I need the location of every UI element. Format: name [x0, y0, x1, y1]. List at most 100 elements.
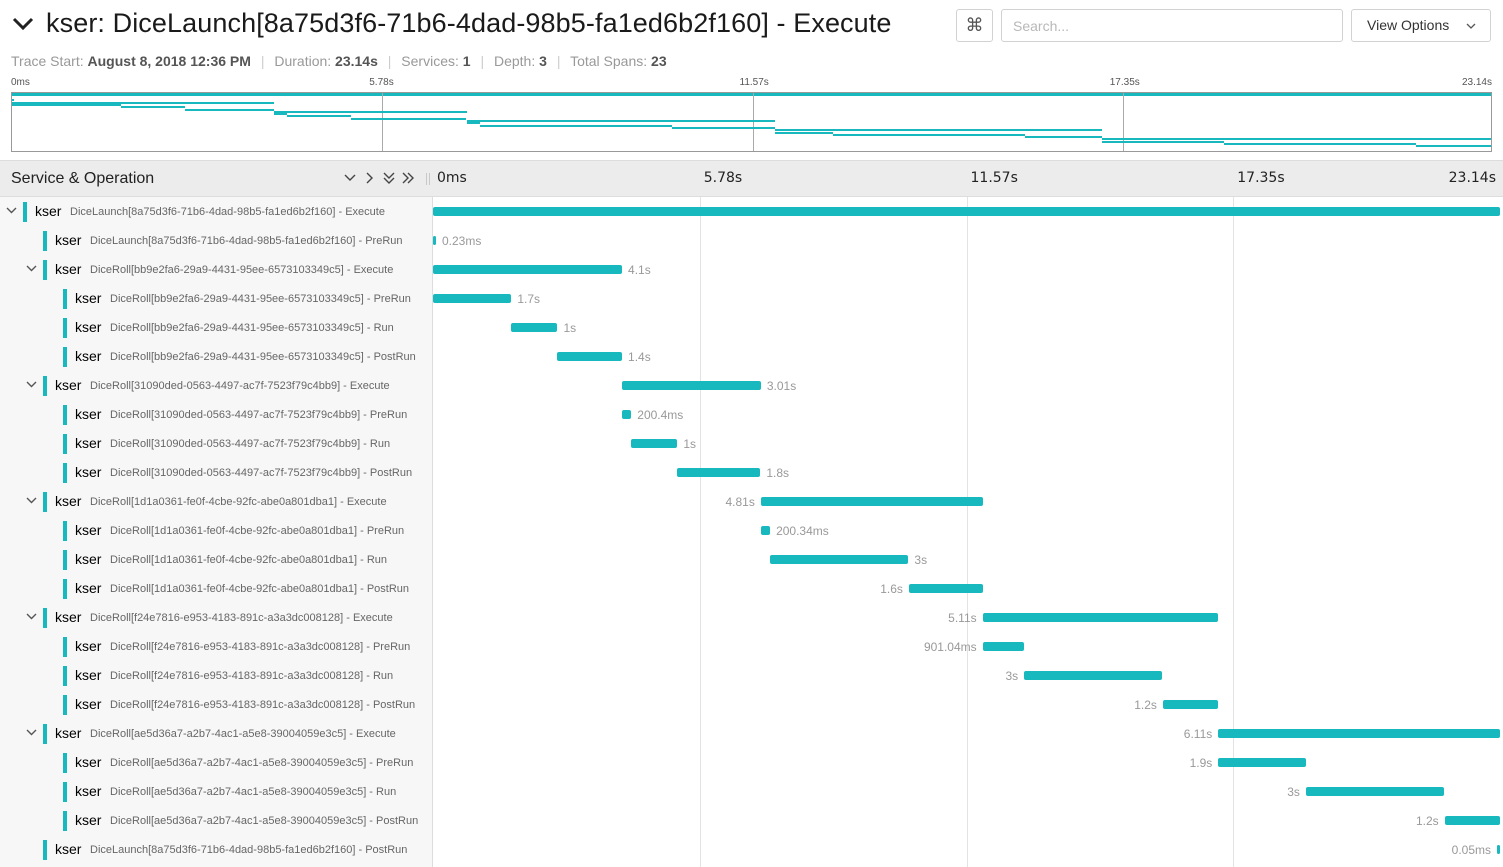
service-name: kser — [55, 841, 82, 857]
span-duration-label: 1.4s — [628, 350, 651, 364]
service-color-marker — [63, 811, 67, 831]
operation-name: DiceRoll[f24e7816-e953-4183-891c-a3a3dc0… — [90, 612, 393, 624]
span-duration-label: 901.04ms — [923, 640, 977, 654]
chevron-down-icon[interactable] — [26, 263, 37, 274]
service-color-marker — [63, 521, 67, 541]
span-bar[interactable] — [1218, 758, 1306, 767]
minimap-span-bar — [774, 131, 833, 134]
span-row[interactable]: kser DiceRoll[1d1a0361-fe0f-4cbe-92fc-abe… — [0, 574, 1503, 603]
service-color-marker — [63, 463, 67, 483]
expand-all-icon[interactable] — [400, 170, 416, 186]
trace-title: kser: DiceLaunch[8a75d3f6-71b6-4dad-98b5… — [46, 8, 892, 38]
collapse-all-icon[interactable] — [381, 170, 397, 186]
span-bar[interactable] — [982, 642, 1025, 651]
span-row[interactable]: kser DiceRoll[ae5d36a7-a2b7-4ac1-a5e8-390… — [0, 777, 1503, 806]
search-input[interactable] — [1001, 9, 1343, 42]
minimap-tick-label: 23.14s — [1461, 77, 1492, 88]
span-row[interactable]: kser DiceRoll[bb9e2fa6-29a9-4431-95ee-657… — [0, 342, 1503, 371]
view-options-button[interactable]: View Options — [1351, 9, 1491, 42]
operation-name: DiceLaunch[8a75d3f6-71b6-4dad-98b5-fa1ed… — [90, 235, 403, 247]
operation-name: DiceRoll[ae5d36a7-a2b7-4ac1-a5e8-3900405… — [110, 815, 419, 827]
span-bar[interactable] — [433, 294, 512, 303]
minimap-root-span — [12, 93, 1491, 96]
span-row[interactable]: kser DiceLaunch[8a75d3f6-71b6-4dad-98b5-f… — [0, 197, 1503, 226]
span-row[interactable]: kser DiceRoll[1d1a0361-fe0f-4cbe-92fc-abe… — [0, 516, 1503, 545]
timeline-tick-label: 5.78s — [703, 170, 743, 186]
depth-label: Depth: — [493, 53, 536, 69]
minimap-span-bar — [479, 124, 672, 127]
span-duration-label: 4.81s — [725, 495, 755, 509]
span-duration-label: 0.23ms — [442, 234, 482, 248]
chevron-down-icon[interactable] — [26, 727, 37, 738]
service-name: kser — [55, 493, 82, 509]
span-bar[interactable] — [760, 526, 771, 535]
expand-one-icon[interactable] — [362, 170, 378, 186]
chevron-down-icon[interactable] — [26, 611, 37, 622]
span-bar[interactable] — [1444, 816, 1500, 825]
span-bar[interactable] — [1305, 787, 1445, 796]
collapse-one-icon[interactable] — [342, 170, 358, 186]
span-duration-label: 1s — [683, 437, 697, 451]
span-bar[interactable] — [1024, 671, 1163, 680]
span-row[interactable]: kser DiceRoll[f24e7816-e953-4183-891c-a3a… — [0, 661, 1503, 690]
minimap-span-bar — [184, 108, 275, 111]
span-bar[interactable] — [908, 584, 983, 593]
service-color-marker — [63, 782, 67, 802]
chevron-down-icon[interactable] — [26, 379, 37, 390]
span-row[interactable]: kser DiceRoll[bb9e2fa6-29a9-4431-95ee-657… — [0, 313, 1503, 342]
span-row[interactable]: kser DiceRoll[bb9e2fa6-29a9-4431-95ee-657… — [0, 284, 1503, 313]
depth-value: 3 — [539, 53, 547, 69]
trace-header: kser: DiceLaunch[8a75d3f6-71b6-4dad-98b5… — [0, 0, 1503, 50]
span-row[interactable]: kser DiceRoll[31090ded-0563-4497-ac7f-752… — [0, 458, 1503, 487]
span-bar[interactable] — [982, 613, 1219, 622]
span-row[interactable]: kser DiceRoll[f24e7816-e953-4183-891c-a3a… — [0, 603, 1503, 632]
span-bar[interactable] — [1497, 845, 1500, 854]
span-row[interactable]: kser DiceLaunch[8a75d3f6-71b6-4dad-98b5-f… — [0, 226, 1503, 255]
span-row[interactable]: kser DiceRoll[ae5d36a7-a2b7-4ac1-a5e8-390… — [0, 806, 1503, 835]
span-bar[interactable] — [433, 265, 623, 274]
span-row[interactable]: kser DiceLaunch[8a75d3f6-71b6-4dad-98b5-f… — [0, 835, 1503, 864]
chevron-down-icon[interactable] — [11, 12, 35, 36]
span-duration-label: 200.34ms — [776, 524, 829, 538]
services-value: 1 — [462, 53, 471, 69]
trace-start-value: August 8, 2018 12:36 PM — [87, 53, 251, 69]
span-row[interactable]: kser DiceRoll[1d1a0361-fe0f-4cbe-92fc-abe… — [0, 545, 1503, 574]
minimap-span-bar — [120, 106, 185, 109]
service-name: kser — [75, 638, 102, 654]
span-bar[interactable] — [631, 439, 678, 448]
span-row[interactable]: kser DiceRoll[ae5d36a7-a2b7-4ac1-a5e8-390… — [0, 748, 1503, 777]
span-duration-label: 3s — [914, 553, 928, 567]
operation-name: DiceLaunch[8a75d3f6-71b6-4dad-98b5-fa1ed… — [90, 844, 408, 856]
minimap-span-bar — [12, 103, 121, 106]
span-bar[interactable] — [1218, 729, 1500, 738]
span-bar[interactable] — [760, 497, 983, 506]
timeline-tick-label: 23.14s — [1448, 170, 1496, 186]
span-row[interactable]: kser DiceRoll[bb9e2fa6-29a9-4431-95ee-657… — [0, 255, 1503, 284]
chevron-down-icon[interactable] — [6, 205, 17, 216]
span-bar[interactable] — [622, 381, 761, 390]
span-bar[interactable] — [433, 207, 1500, 216]
column-resize-handle[interactable] — [425, 169, 431, 189]
span-row[interactable]: kser DiceRoll[f24e7816-e953-4183-891c-a3a… — [0, 690, 1503, 719]
service-name: kser — [75, 783, 102, 799]
span-bar[interactable] — [511, 323, 558, 332]
span-bar[interactable] — [770, 555, 909, 564]
span-bar[interactable] — [433, 236, 436, 245]
span-row[interactable]: kser DiceRoll[f24e7816-e953-4183-891c-a3a… — [0, 632, 1503, 661]
operation-name: DiceRoll[1d1a0361-fe0f-4cbe-92fc-abe0a80… — [110, 525, 405, 537]
timeline-header: Service & Operation 0ms 5.78s 11.57s 17.35s… — [0, 160, 1503, 197]
span-bar[interactable] — [557, 352, 623, 361]
span-row[interactable]: kser DiceRoll[ae5d36a7-a2b7-4ac1-a5e8-390… — [0, 719, 1503, 748]
span-row[interactable]: kser DiceRoll[31090ded-0563-4497-ac7f-752… — [0, 400, 1503, 429]
service-color-marker — [63, 318, 67, 338]
operation-name: DiceRoll[bb9e2fa6-29a9-4431-95ee-6573103… — [110, 293, 411, 305]
keyboard-shortcuts-button[interactable]: ⌘ — [956, 9, 993, 42]
span-bar[interactable] — [677, 468, 761, 477]
trace-minimap[interactable] — [11, 92, 1492, 152]
chevron-down-icon[interactable] — [26, 495, 37, 506]
span-bar[interactable] — [622, 410, 632, 419]
span-bar[interactable] — [1162, 700, 1219, 709]
span-row[interactable]: kser DiceRoll[31090ded-0563-4497-ac7f-752… — [0, 429, 1503, 458]
span-row[interactable]: kser DiceRoll[1d1a0361-fe0f-4cbe-92fc-abe… — [0, 487, 1503, 516]
span-row[interactable]: kser DiceRoll[31090ded-0563-4497-ac7f-752… — [0, 371, 1503, 400]
